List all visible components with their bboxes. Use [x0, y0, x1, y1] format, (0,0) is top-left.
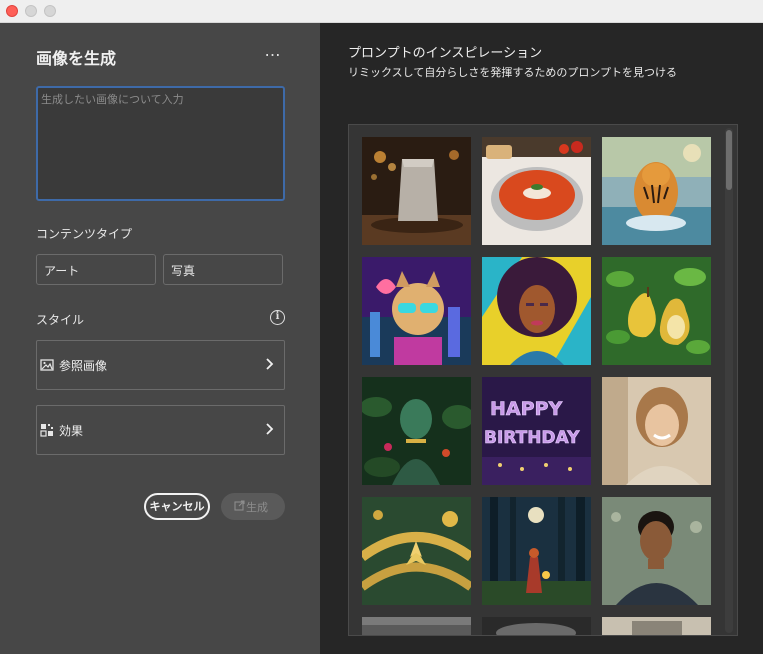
- thumbnail-jungle-statue[interactable]: [362, 377, 471, 485]
- window-minimize-button[interactable]: [25, 5, 37, 17]
- inspiration-gallery: HAPPY BIRTHDAY: [348, 124, 738, 636]
- content-type-photo-button[interactable]: 写真: [163, 254, 283, 285]
- svg-text:HAPPY: HAPPY: [490, 398, 562, 420]
- effects-label: 効果: [59, 424, 84, 438]
- window-close-button[interactable]: [6, 5, 18, 17]
- thumbnail-pears[interactable]: [602, 257, 711, 365]
- content-type-art-button[interactable]: アート: [36, 254, 156, 285]
- chevron-right-icon: [266, 358, 274, 370]
- effects-icon: [40, 424, 53, 437]
- image-icon: [40, 359, 54, 371]
- reference-image-row[interactable]: 参照画像: [36, 340, 285, 390]
- window-maximize-button[interactable]: [44, 5, 56, 17]
- more-options-icon[interactable]: …: [262, 43, 284, 61]
- thumbnail-tomato-soup[interactable]: [482, 137, 591, 245]
- thumbnail-partial-3[interactable]: [602, 617, 711, 635]
- thumbnail-coffee-bag[interactable]: [362, 137, 471, 245]
- chevron-right-icon: [266, 423, 274, 435]
- generate-button[interactable]: 生成: [221, 493, 285, 520]
- svg-text:BIRTHDAY: BIRTHDAY: [484, 428, 580, 448]
- thumbnail-partial-1[interactable]: [362, 617, 471, 635]
- thumbnail-partial-2[interactable]: [482, 617, 591, 635]
- prompt-input[interactable]: [41, 91, 280, 196]
- effects-row[interactable]: 効果: [36, 405, 285, 455]
- style-label: スタイル: [36, 313, 85, 327]
- generate-icon: [234, 500, 245, 511]
- thumbnail-pop-art-dog[interactable]: [362, 257, 471, 365]
- thumbnail-girl-with-lantern[interactable]: [482, 497, 591, 605]
- thumbnail-man-portrait[interactable]: [602, 497, 711, 605]
- inspiration-subtitle: リミックスして自分らしさを発揮するためのプロンプトを見つける: [348, 66, 678, 79]
- gallery-scrollbar[interactable]: [725, 128, 733, 633]
- thumbnail-happy-birthday[interactable]: HAPPY BIRTHDAY: [482, 377, 591, 485]
- inspiration-panel: プロンプトのインスピレーション リミックスして自分らしさを発揮するためのプロンプ…: [320, 23, 763, 654]
- generate-panel: 画像を生成 … コンテンツタイプ アート 写真 スタイル i 参照画像 効果 キ…: [0, 23, 320, 654]
- panel-title: 画像を生成: [36, 49, 117, 68]
- info-icon[interactable]: i: [270, 310, 285, 325]
- inspiration-title: プロンプトのインスピレーション: [348, 46, 543, 61]
- window-titlebar: [0, 0, 763, 23]
- cancel-button[interactable]: キャンセル: [144, 493, 210, 520]
- content-type-label: コンテンツタイプ: [36, 227, 133, 241]
- thumbnail-golden-lotus[interactable]: [362, 497, 471, 605]
- prompt-field[interactable]: [36, 86, 285, 201]
- thumbnail-afro-woman-portrait[interactable]: [482, 257, 591, 365]
- generate-button-label: 生成: [246, 501, 268, 514]
- reference-image-label: 参照画像: [59, 359, 108, 373]
- thumbnail-smiling-woman-portrait[interactable]: [602, 377, 711, 485]
- thumbnail-tiger-in-water[interactable]: [602, 137, 711, 245]
- gallery-scroll-thumb[interactable]: [726, 130, 732, 190]
